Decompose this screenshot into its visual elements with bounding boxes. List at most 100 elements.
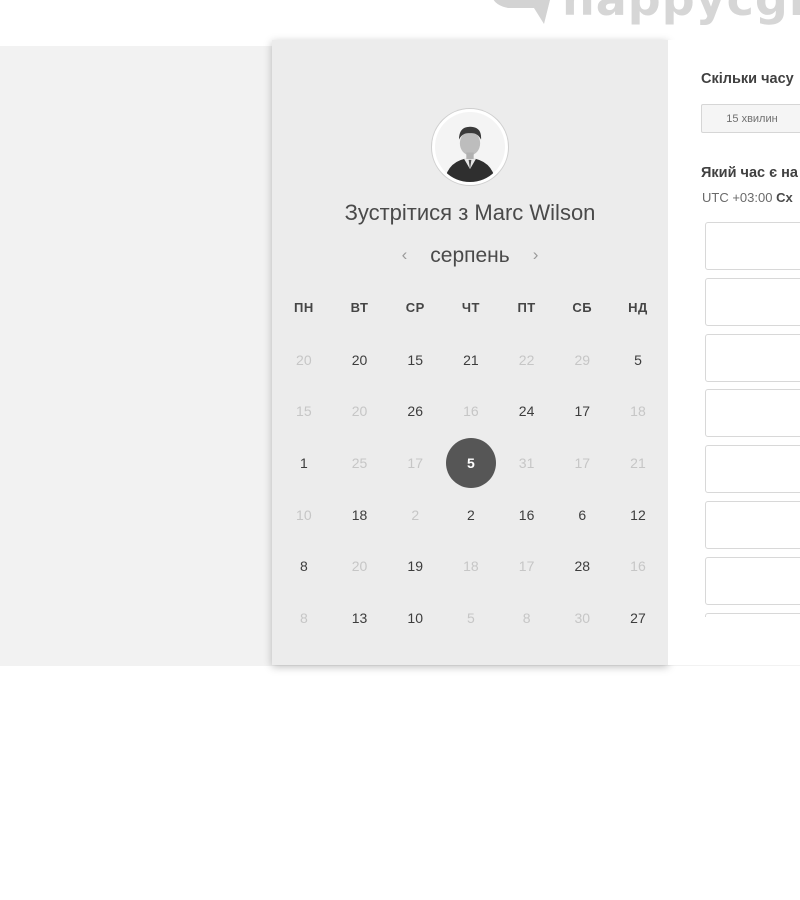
- time-question: Який час є на: [701, 165, 798, 181]
- calendar-day[interactable]: 13: [332, 592, 388, 644]
- calendar-day[interactable]: 12: [610, 489, 666, 541]
- host-avatar: [432, 109, 508, 185]
- timezone-selector[interactable]: UTC +03:00 Сх: [702, 190, 793, 205]
- calendar-day-number: 28: [574, 558, 591, 575]
- calendar-day: 20: [332, 540, 388, 592]
- calendar-day-number: 18: [463, 558, 479, 575]
- calendar-day-number: 18: [351, 506, 368, 523]
- weekday-header: ПН ВТ СР ЧТ ПТ СБ НД: [276, 300, 666, 315]
- calendar-day-number: 16: [630, 558, 646, 575]
- weekday-label: ВТ: [350, 300, 369, 315]
- calendar-day-number: 10: [296, 506, 312, 523]
- calendar-day-number: 10: [407, 609, 423, 626]
- calendar-day[interactable]: 17: [554, 386, 610, 438]
- time-slot-button[interactable]: [705, 222, 800, 270]
- time-slot-button[interactable]: [705, 556, 800, 605]
- calendar-day: 20: [332, 386, 388, 438]
- host-name: Marc Wilson: [474, 200, 596, 225]
- calendar-day: 8: [276, 592, 332, 644]
- calendar-day[interactable]: 5: [610, 334, 666, 386]
- calendar-day-selected[interactable]: 5: [443, 437, 499, 489]
- calendar-day[interactable]: 21: [443, 334, 499, 386]
- calendar-day-number: 21: [463, 351, 479, 368]
- calendar-day-number: 30: [574, 609, 591, 626]
- timezone-name: Сх: [776, 190, 793, 205]
- calendar-day-number: 16: [518, 506, 535, 523]
- weekday-label: СБ: [572, 300, 593, 315]
- weekday-label: СР: [405, 300, 425, 315]
- weekday-label: ПН: [293, 300, 314, 315]
- duration-option-button[interactable]: 15 хвилин: [701, 104, 800, 133]
- calendar-day[interactable]: 6: [554, 489, 610, 541]
- calendar-day[interactable]: 19: [387, 540, 443, 592]
- calendar-day-number: 2: [467, 506, 475, 523]
- calendar-day-number: 27: [630, 609, 646, 626]
- calendar-day: 30: [554, 592, 610, 644]
- calendar-day-number: 5: [634, 351, 642, 368]
- calendar-day: 17: [499, 540, 555, 592]
- time-slot-button[interactable]: [705, 500, 800, 549]
- calendar-day: 18: [610, 386, 666, 438]
- next-month-chevron-icon[interactable]: ›: [526, 245, 546, 265]
- calendar-day: 25: [332, 437, 388, 489]
- chat-bubble-logo-icon: [493, 0, 550, 24]
- calendar-day-number: 2: [411, 506, 420, 523]
- logo-text: happycgn: [562, 0, 800, 26]
- time-slot-button[interactable]: [705, 277, 800, 326]
- calendar-day[interactable]: 16: [499, 489, 555, 541]
- calendar-day: 8: [499, 592, 555, 644]
- weekday-label: НД: [628, 300, 648, 315]
- calendar-day-number: 17: [518, 558, 535, 575]
- time-slot-button[interactable]: [705, 612, 800, 617]
- calendar-day-number: 25: [351, 454, 368, 471]
- calendar-day: 31: [499, 437, 555, 489]
- calendar-day: 2: [387, 489, 443, 541]
- calendar-day-number: 20: [296, 351, 312, 368]
- host-photo: [435, 112, 505, 182]
- time-slot-list: [705, 222, 800, 617]
- brand-logo: happycgn: [480, 0, 800, 26]
- time-slot-button[interactable]: [705, 333, 800, 382]
- calendar-day[interactable]: 2: [443, 489, 499, 541]
- calendar-day: 17: [387, 437, 443, 489]
- calendar-day[interactable]: 15: [387, 334, 443, 386]
- calendar-day[interactable]: 10: [387, 592, 443, 644]
- calendar-day[interactable]: 26: [387, 386, 443, 438]
- month-navigation: ‹ серпень ›: [272, 244, 668, 268]
- calendar-day: 20: [276, 334, 332, 386]
- timezone-offset: UTC +03:00: [702, 190, 773, 205]
- meeting-title-prefix: Зустрітися з: [344, 200, 469, 225]
- calendar-day-number: 12: [630, 506, 646, 523]
- meeting-title: Зустрітися з Marc Wilson: [272, 200, 668, 226]
- time-slot-button[interactable]: [705, 389, 800, 438]
- calendar-day: 16: [610, 540, 666, 592]
- calendar-day[interactable]: 18: [332, 489, 388, 541]
- calendar-day[interactable]: 28: [554, 540, 610, 592]
- calendar-day-number: 8: [299, 558, 308, 575]
- calendar-day[interactable]: 1: [276, 437, 332, 489]
- calendar-day-number: 22: [518, 351, 535, 368]
- calendar-day-number: 1: [299, 454, 308, 471]
- calendar-day-number: 17: [407, 454, 423, 471]
- calendar-day: 29: [554, 334, 610, 386]
- calendar-day-number: 24: [518, 403, 535, 420]
- duration-question: Скільки часу: [701, 71, 794, 87]
- calendar-day-number: 5: [467, 609, 475, 626]
- calendar-day[interactable]: 24: [499, 386, 555, 438]
- calendar-day: 21: [610, 437, 666, 489]
- calendar-day: 18: [443, 540, 499, 592]
- prev-month-chevron-icon[interactable]: ‹: [394, 245, 414, 265]
- weekday-label: ЧТ: [461, 300, 480, 315]
- calendar-day-number: 8: [522, 609, 531, 626]
- calendar-day[interactable]: 8: [276, 540, 332, 592]
- calendar-day-number: 8: [299, 609, 308, 626]
- calendar-day-number: 6: [578, 506, 587, 523]
- time-slot-button[interactable]: [705, 445, 800, 494]
- calendar-day-number: 17: [574, 403, 591, 420]
- calendar-day[interactable]: 20: [332, 334, 388, 386]
- calendar-day: 15: [276, 386, 332, 438]
- calendar-day: 10: [276, 489, 332, 541]
- calendar-day: 5: [443, 592, 499, 644]
- calendar-day[interactable]: 27: [610, 592, 666, 644]
- calendar-day-number: 16: [463, 403, 479, 420]
